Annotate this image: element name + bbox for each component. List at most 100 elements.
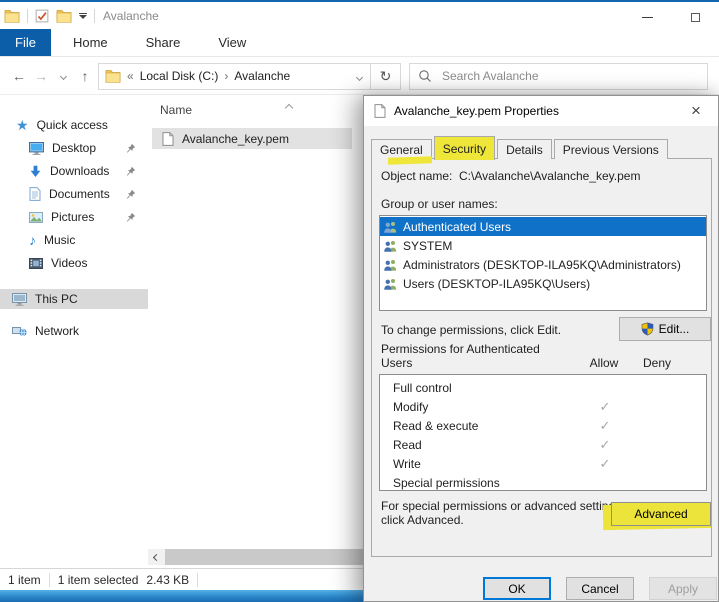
breadcrumb-folder-icon	[105, 69, 121, 83]
uac-shield-icon	[641, 322, 654, 336]
user-group-icon	[383, 259, 398, 271]
qat-newfolder-button[interactable]	[56, 9, 72, 23]
properties-dialog: Avalanche_key.pem Properties × General S…	[363, 95, 719, 602]
permission-row-read-execute: Read & execute ✓	[380, 416, 706, 435]
column-header-name[interactable]: Name	[160, 103, 192, 117]
pin-icon	[126, 189, 136, 199]
file-icon	[374, 104, 386, 118]
dialog-close-button[interactable]: ×	[684, 99, 708, 123]
group-name: Administrators (DESKTOP-ILA95KQ\Administ…	[403, 258, 681, 272]
group-row-users[interactable]: Users (DESKTOP-ILA95KQ\Users)	[380, 274, 706, 293]
navigation-pane: ★ Quick access Desktop Downloads Documen…	[0, 95, 148, 568]
sidebar-item-music[interactable]: ♪ Music	[0, 230, 148, 250]
group-list[interactable]: Authenticated Users SYSTEM Administrator…	[379, 215, 707, 311]
search-box[interactable]	[409, 63, 708, 90]
pin-icon	[126, 143, 136, 153]
computer-icon	[12, 293, 27, 306]
group-row-administrators[interactable]: Administrators (DESKTOP-ILA95KQ\Administ…	[380, 255, 706, 274]
status-item-count: 1 item	[0, 573, 49, 587]
sidebar-item-label: Quick access	[37, 118, 108, 132]
document-icon	[29, 187, 41, 201]
advanced-hint-text: For special permissions or advanced sett…	[381, 499, 624, 527]
sidebar-item-downloads[interactable]: Downloads	[0, 161, 148, 181]
breadcrumb-separator: ›	[224, 69, 228, 83]
forward-button[interactable]: →	[30, 68, 52, 84]
status-file-size: 2.43 KB	[146, 573, 197, 587]
file-list-pane: Name Avalanche_key.pem	[148, 95, 363, 568]
sidebar-item-label: Videos	[51, 256, 87, 270]
search-input[interactable]	[440, 68, 699, 84]
advanced-button[interactable]: Advanced	[611, 502, 711, 526]
breadcrumb-overflow[interactable]: «	[127, 69, 134, 83]
chevron-down-icon	[356, 74, 363, 81]
ok-button[interactable]: OK	[483, 577, 551, 600]
breadcrumb[interactable]: « Local Disk (C:) › Avalanche	[98, 63, 371, 90]
sidebar-item-label: Downloads	[50, 164, 109, 178]
sort-ascending-icon[interactable]	[286, 98, 292, 116]
sidebar-item-this-pc[interactable]: This PC	[0, 289, 148, 309]
pin-icon	[126, 166, 136, 176]
back-button[interactable]: ←	[8, 68, 30, 84]
sidebar-item-label: Network	[35, 324, 79, 338]
deny-column-header: Deny	[637, 356, 677, 370]
breadcrumb-item-local-disk[interactable]: Local Disk (C:)	[140, 69, 219, 83]
recent-locations-button[interactable]	[52, 74, 74, 79]
file-row[interactable]: Avalanche_key.pem	[152, 128, 352, 149]
dialog-titlebar: Avalanche_key.pem Properties ×	[364, 96, 718, 126]
tab-previous-versions[interactable]: Previous Versions	[554, 139, 668, 159]
tab-details[interactable]: Details	[497, 139, 552, 159]
address-toolbar: ← → ↑ « Local Disk (C:) › Avalanche ↻	[0, 58, 719, 95]
window-titlebar: Avalanche	[0, 2, 719, 29]
maximize-button[interactable]	[671, 4, 719, 31]
cancel-button[interactable]: Cancel	[566, 577, 634, 600]
download-icon	[29, 165, 42, 178]
apply-button: Apply	[649, 577, 717, 600]
qat-customize-button[interactable]	[79, 13, 87, 19]
group-name: Authenticated Users	[403, 220, 511, 234]
tab-security[interactable]: Security	[434, 136, 495, 160]
quick-access-toolbar	[4, 9, 95, 23]
permissions-list[interactable]: Full control Modify ✓ Read & execute ✓ R…	[379, 374, 707, 491]
group-row-system[interactable]: SYSTEM	[380, 236, 706, 255]
sidebar-item-desktop[interactable]: Desktop	[0, 138, 148, 158]
desktop-icon	[29, 142, 44, 155]
ribbon-tab-bar: File Home Share View	[0, 29, 719, 57]
sidebar-item-label: Documents	[49, 187, 110, 201]
network-icon	[12, 325, 27, 337]
user-group-icon	[383, 240, 398, 252]
up-button[interactable]: ↑	[74, 68, 96, 84]
sidebar-item-network[interactable]: Network	[0, 321, 148, 341]
sidebar-item-pictures[interactable]: Pictures	[0, 207, 148, 227]
qat-separator	[27, 9, 28, 23]
scrollbar-thumb[interactable]	[165, 549, 363, 565]
scroll-left-button[interactable]	[148, 549, 165, 565]
group-list-label: Group or user names:	[381, 197, 498, 211]
window-controls	[623, 4, 719, 31]
sidebar-item-label: Pictures	[51, 210, 94, 224]
ribbon-tab-file[interactable]: File	[0, 29, 51, 56]
star-icon: ★	[16, 118, 29, 132]
breadcrumb-item-avalanche[interactable]: Avalanche	[234, 69, 290, 83]
window-title: Avalanche	[103, 9, 159, 23]
sidebar-item-documents[interactable]: Documents	[0, 184, 148, 204]
horizontal-scrollbar[interactable]	[148, 549, 363, 565]
allow-checkmark: ✓	[585, 437, 625, 453]
ribbon-tab-share[interactable]: Share	[130, 29, 197, 56]
refresh-button[interactable]: ↻	[371, 63, 401, 90]
user-group-icon	[383, 278, 398, 290]
video-icon	[29, 258, 43, 269]
file-icon	[162, 132, 174, 146]
group-row-authenticated-users[interactable]: Authenticated Users	[380, 217, 706, 236]
qat-properties-button[interactable]	[35, 9, 49, 23]
user-group-icon	[383, 221, 398, 233]
edit-button[interactable]: Edit...	[619, 317, 711, 341]
ribbon-tab-view[interactable]: View	[202, 29, 262, 56]
ribbon-tab-home[interactable]: Home	[57, 29, 124, 56]
dialog-title: Avalanche_key.pem Properties	[394, 104, 559, 118]
minimize-button[interactable]	[623, 4, 671, 31]
sidebar-item-quick-access[interactable]: ★ Quick access	[0, 115, 148, 135]
sidebar-item-videos[interactable]: Videos	[0, 253, 148, 273]
object-name-value: C:\Avalanche\Avalanche_key.pem	[459, 169, 640, 183]
permission-row-full-control: Full control	[380, 378, 706, 397]
address-dropdown-button[interactable]	[357, 69, 364, 83]
